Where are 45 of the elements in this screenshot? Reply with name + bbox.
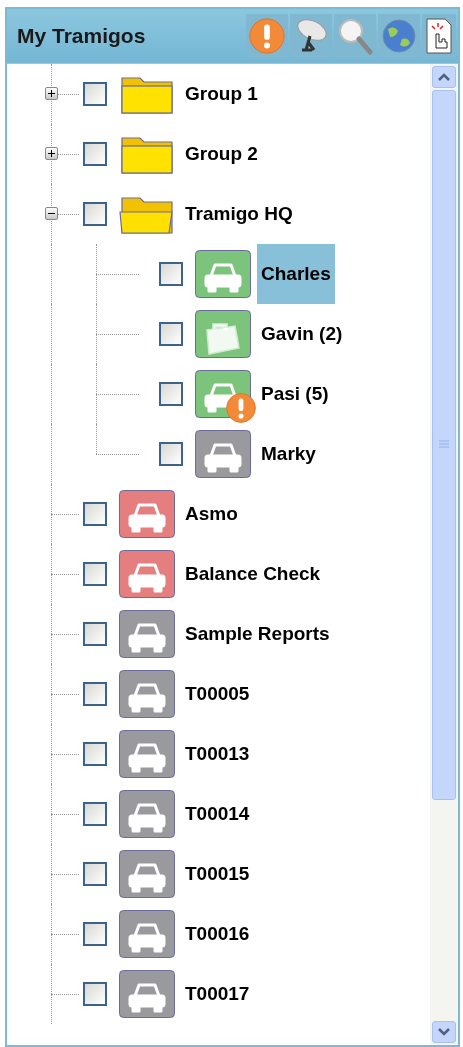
checkbox[interactable] xyxy=(159,442,183,466)
checkbox[interactable] xyxy=(83,922,107,946)
tree-item-label[interactable]: T00014 xyxy=(181,784,254,844)
checkbox[interactable] xyxy=(83,202,107,226)
caret-up-icon xyxy=(438,73,450,81)
tree-item-label[interactable]: T00013 xyxy=(181,724,254,784)
tree-item-label[interactable]: Charles xyxy=(257,244,335,304)
tree-item-label[interactable]: Tramigo HQ xyxy=(181,184,297,244)
tree-item-label[interactable]: T00005 xyxy=(181,664,254,724)
scroll-down-button[interactable] xyxy=(432,1021,456,1043)
checkbox[interactable] xyxy=(83,862,107,886)
checkbox[interactable] xyxy=(83,142,107,166)
expand-toggle[interactable] xyxy=(45,87,58,100)
checkbox[interactable] xyxy=(83,802,107,826)
tree-item-label[interactable]: Balance Check xyxy=(181,544,325,604)
hand-pointer-page-button[interactable] xyxy=(422,14,456,58)
checkbox[interactable] xyxy=(159,262,183,286)
grip-icon xyxy=(439,440,449,450)
checkbox[interactable] xyxy=(83,742,107,766)
tree-item-label[interactable]: Group 1 xyxy=(181,64,262,124)
expand-toggle[interactable] xyxy=(45,147,58,160)
caret-down-icon xyxy=(438,1028,450,1036)
checkbox[interactable] xyxy=(83,502,107,526)
collapse-toggle[interactable] xyxy=(45,207,58,220)
tree-item-label[interactable]: T00016 xyxy=(181,904,254,964)
checkbox[interactable] xyxy=(159,382,183,406)
scroll-up-button[interactable] xyxy=(432,66,456,88)
tree-item-label[interactable]: T00017 xyxy=(181,964,254,1024)
checkbox[interactable] xyxy=(83,682,107,706)
checkbox[interactable] xyxy=(83,982,107,1006)
satellite-dish-button[interactable] xyxy=(290,14,332,58)
tree-item-label[interactable]: Group 2 xyxy=(181,124,262,184)
checkbox[interactable] xyxy=(83,562,107,586)
tree-item-label[interactable]: Marky xyxy=(257,424,320,484)
panel-title: My Tramigos xyxy=(17,23,146,50)
tree-item-label[interactable]: Gavin (2) xyxy=(257,304,347,364)
checkbox[interactable] xyxy=(83,82,107,106)
tree-item-label[interactable]: Asmo xyxy=(181,484,242,544)
tree-item-label[interactable]: Sample Reports xyxy=(181,604,334,664)
tree-item-label[interactable]: Pasi (5) xyxy=(257,364,333,424)
tree-item-label[interactable]: T00015 xyxy=(181,844,254,904)
alert-icon xyxy=(248,17,286,55)
checkbox[interactable] xyxy=(159,322,183,346)
checkbox[interactable] xyxy=(83,622,107,646)
scrollbar-thumb[interactable] xyxy=(432,90,456,800)
